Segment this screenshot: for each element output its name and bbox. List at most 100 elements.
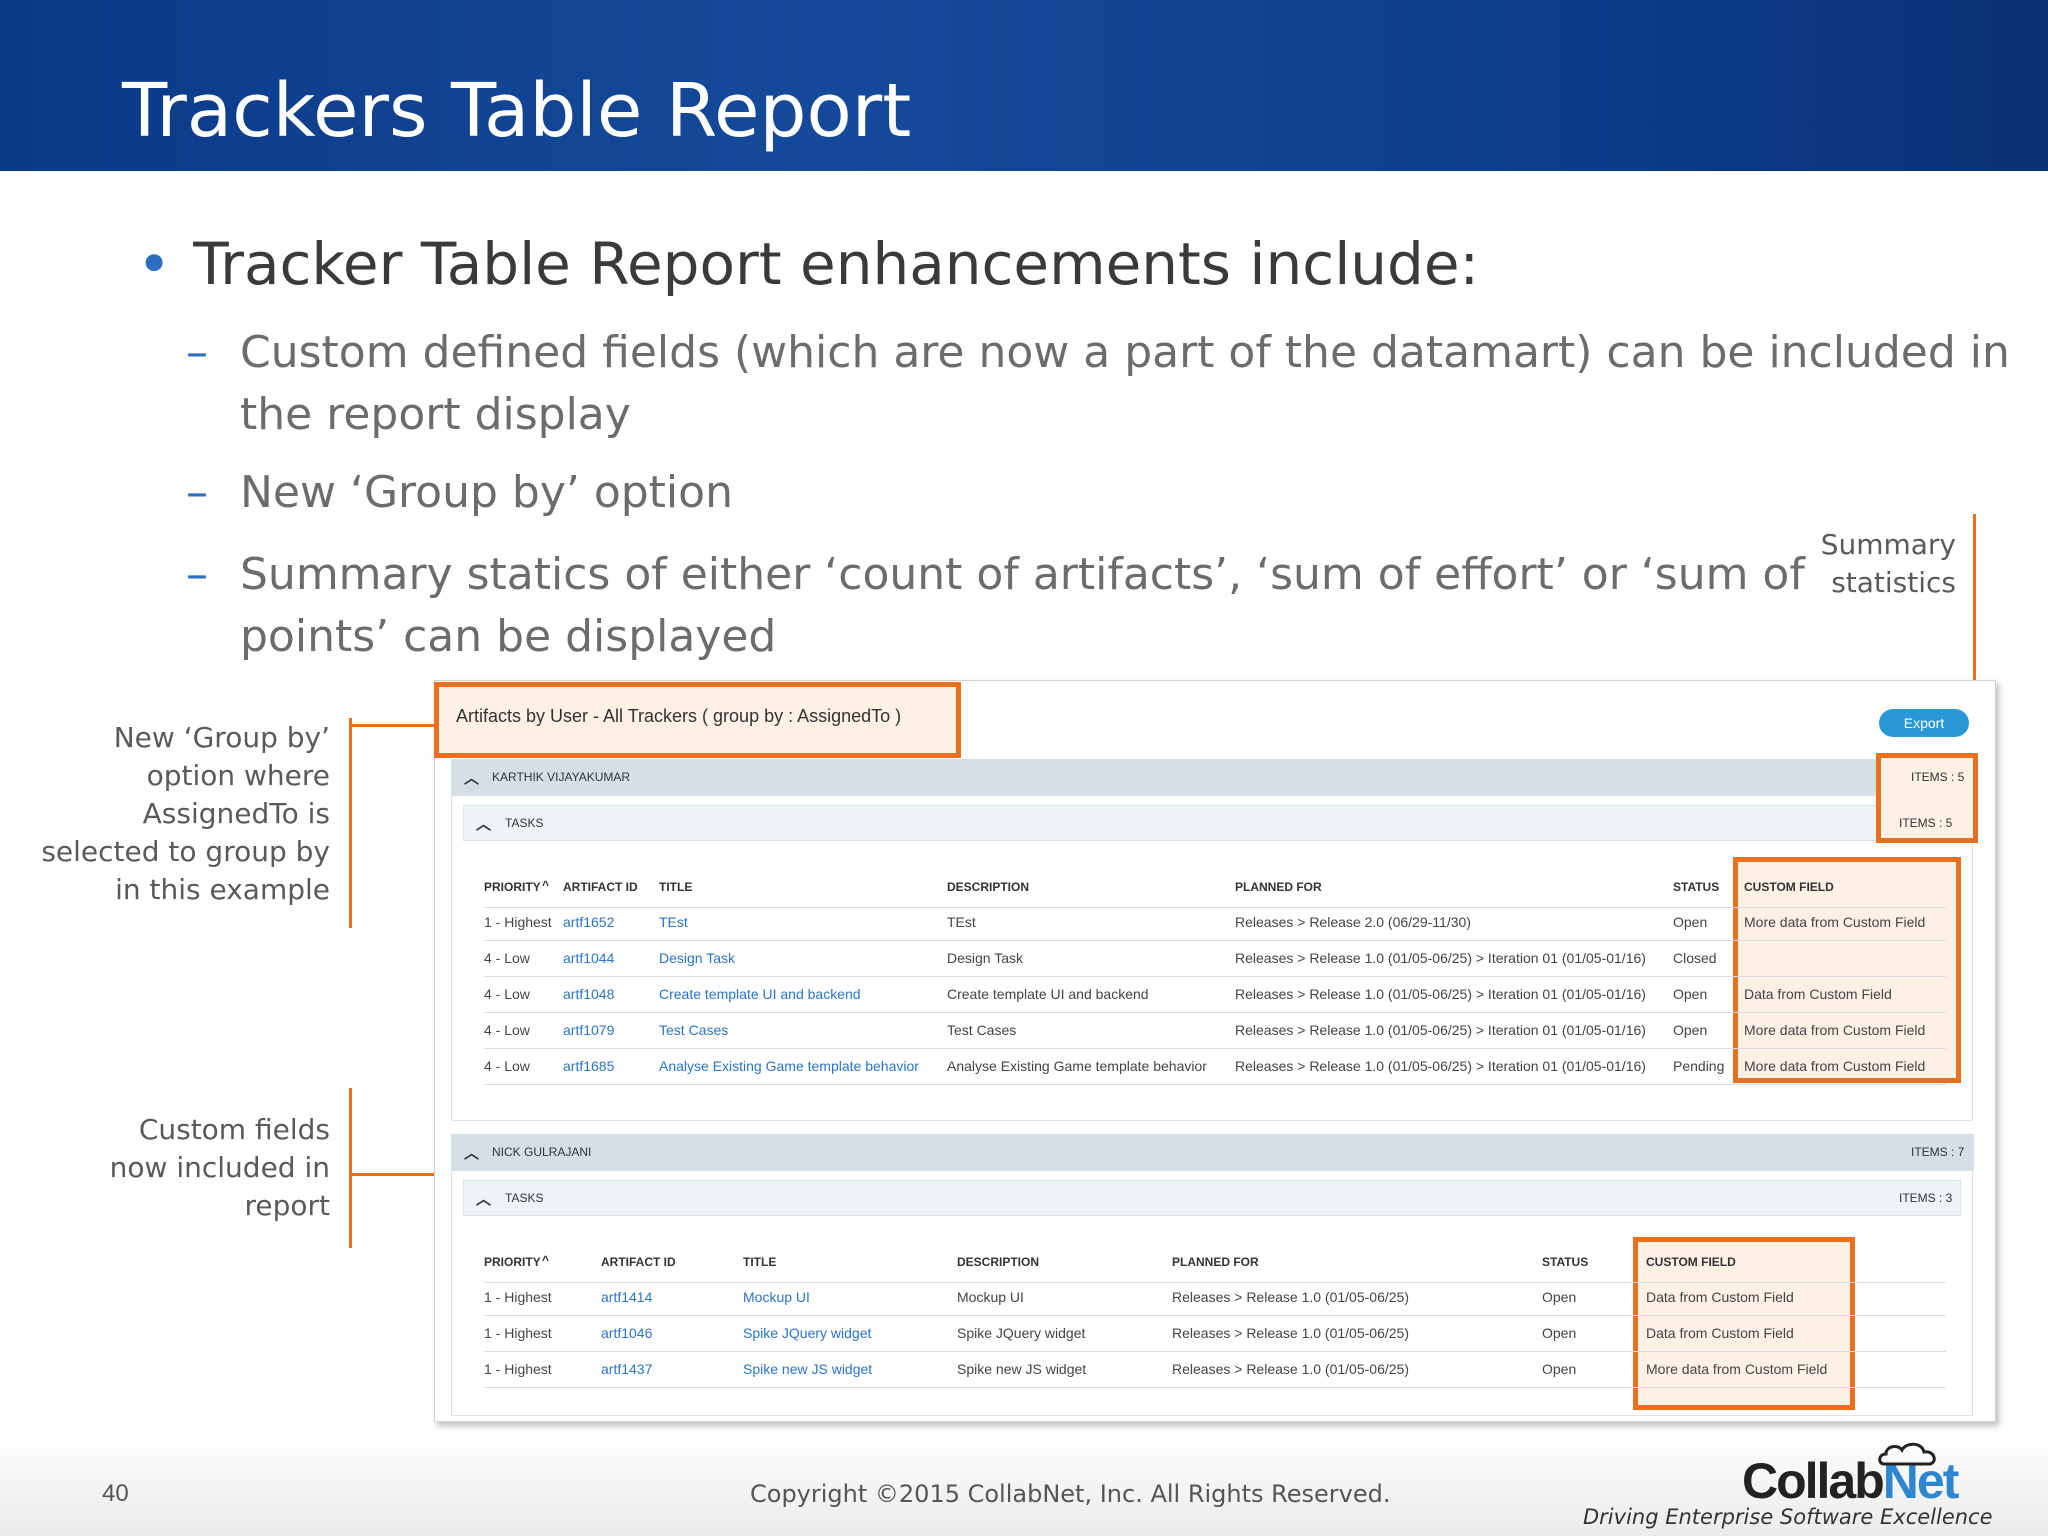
sub-bullet-2-text: New ‘Group by’ option xyxy=(240,467,733,518)
sub-bullet-dash: – xyxy=(186,327,208,378)
copyright-text: Copyright ©2015 CollabNet, Inc. All Righ… xyxy=(750,1480,1391,1508)
title-link[interactable]: Mockup UI xyxy=(743,1289,810,1305)
sub-bullet-3: – Summary statics of either ‘count of ar… xyxy=(186,544,1805,668)
sub-bullet-1-line2: the report display xyxy=(240,389,631,440)
planned-for-cell: Releases > Release 1.0 (01/05-06/25) > I… xyxy=(1235,1058,1646,1074)
column-header[interactable]: PLANNED FOR xyxy=(1172,1255,1259,1269)
column-header[interactable]: TITLE xyxy=(743,1255,776,1269)
group-name: KARTHIK VIJAYAKUMAR xyxy=(492,770,631,784)
main-bullet-text: Tracker Table Report enhancements includ… xyxy=(193,230,1480,298)
artifacts-table: PRIORITY ^ ARTIFACT ID TITLE DESCRIPTION PLAN… xyxy=(484,1250,1946,1390)
logo-text-collab: Collab xyxy=(1742,1453,1885,1509)
sub-bullet-1-line1: Custom defined fields (which are now a p… xyxy=(240,327,2010,378)
column-header[interactable]: CUSTOM FIELD xyxy=(1646,1255,1736,1269)
artifact-id-link[interactable]: artf1046 xyxy=(601,1325,652,1341)
tasks-label: TASKS xyxy=(505,816,544,830)
priority-cell: 1 - Highest xyxy=(484,914,552,930)
annotation-group-by: New ‘Group by’ option where AssignedTo i… xyxy=(41,721,330,906)
sort-ascending-icon[interactable]: ^ xyxy=(542,878,549,892)
artifact-id-link[interactable]: artf1048 xyxy=(563,986,614,1002)
title-link[interactable]: Spike JQuery widget xyxy=(743,1325,871,1341)
row-divider xyxy=(484,1351,1946,1352)
custom-field-cell: Data from Custom Field xyxy=(1646,1325,1794,1341)
sub-bullet-dash: – xyxy=(186,549,208,600)
sub-bullet-3-line1: Summary statics of either ‘count of arti… xyxy=(240,549,1805,600)
sort-ascending-icon[interactable]: ^ xyxy=(542,1253,549,1267)
custom-field-cell: More data from Custom Field xyxy=(1646,1361,1828,1377)
row-divider xyxy=(484,940,1946,941)
tasks-items-count-overlay: ITEMS : 5 xyxy=(1899,816,1953,830)
column-header[interactable]: PRIORITY xyxy=(484,1255,541,1269)
title-link[interactable]: Design Task xyxy=(659,950,735,966)
column-header[interactable]: STATUS xyxy=(1673,880,1719,894)
column-header[interactable]: PLANNED FOR xyxy=(1235,880,1322,894)
slide-header: Trackers Table Report xyxy=(0,0,2048,171)
status-cell: Open xyxy=(1673,914,1708,930)
collapse-caret-icon[interactable]: ︿ xyxy=(476,1188,491,1209)
description-cell: Create template UI and backend xyxy=(947,986,1149,1002)
title-link[interactable]: Test Cases xyxy=(659,1022,728,1038)
artifacts-table: PRIORITY ^ ARTIFACT ID TITLE DESCRIPTION PLAN… xyxy=(484,875,1946,1085)
artifact-id-link[interactable]: artf1079 xyxy=(563,1022,614,1038)
priority-cell: 1 - Highest xyxy=(484,1361,552,1377)
report-title: Artifacts by User - All Trackers ( group… xyxy=(456,706,902,726)
artifact-id-link[interactable]: artf1652 xyxy=(563,914,614,930)
status-cell: Pending xyxy=(1673,1058,1725,1074)
description-cell: Design Task xyxy=(947,950,1024,966)
status-cell: Open xyxy=(1542,1289,1577,1305)
main-bullet: • Tracker Table Report enhancements inclu… xyxy=(137,230,1479,298)
column-header[interactable]: ARTIFACT ID xyxy=(563,880,638,894)
tasks-label: TASKS xyxy=(505,1191,544,1205)
planned-for-cell: Releases > Release 1.0 (01/05-06/25) > I… xyxy=(1235,986,1646,1002)
description-cell: Spike JQuery widget xyxy=(957,1325,1086,1341)
description-cell: Mockup UI xyxy=(957,1289,1024,1305)
row-divider xyxy=(484,1315,1946,1316)
column-header[interactable]: DESCRIPTION xyxy=(957,1255,1039,1269)
column-header[interactable]: CUSTOM FIELD xyxy=(1744,880,1834,894)
annotation-summary-statistics: Summary statistics xyxy=(1820,528,1956,599)
page-number: 40 xyxy=(102,1480,129,1507)
planned-for-cell: Releases > Release 1.0 (01/05-06/25) xyxy=(1172,1289,1409,1305)
title-link[interactable]: Analyse Existing Game template behavior xyxy=(659,1058,919,1074)
custom-field-cell: More data from Custom Field xyxy=(1744,914,1926,930)
group-items-count: ITEMS : 7 xyxy=(1911,1145,1965,1159)
priority-cell: 4 - Low xyxy=(484,950,530,966)
tasks-header[interactable] xyxy=(463,805,1961,841)
priority-cell: 4 - Low xyxy=(484,1022,530,1038)
group-by-bracket-line xyxy=(349,718,352,928)
collapse-caret-icon[interactable]: ︿ xyxy=(464,1142,479,1163)
group-items-count-overlay: ITEMS : 5 xyxy=(1911,770,1965,784)
column-header[interactable]: DESCRIPTION xyxy=(947,880,1029,894)
collapse-caret-icon[interactable]: ︿ xyxy=(476,813,491,834)
group-header-nick[interactable] xyxy=(451,1134,1974,1170)
cloud-icon xyxy=(1878,1442,1936,1466)
table-row[interactable] xyxy=(484,906,1946,942)
sub-bullet-1: – Custom defined fields (which are now a… xyxy=(186,322,2010,446)
annotation-custom-fields: Custom fields now included in report xyxy=(109,1113,330,1222)
artifact-id-link[interactable]: artf1044 xyxy=(563,950,614,966)
group-name: NICK GULRAJANI xyxy=(492,1145,592,1159)
artifact-id-link[interactable]: artf1437 xyxy=(601,1361,652,1377)
row-divider xyxy=(484,1012,1946,1013)
column-header[interactable]: STATUS xyxy=(1542,1255,1588,1269)
column-header[interactable]: PRIORITY xyxy=(484,880,541,894)
custom-fields-bracket-line xyxy=(349,1088,352,1248)
column-header[interactable]: ARTIFACT ID xyxy=(601,1255,676,1269)
tasks-header[interactable] xyxy=(463,1180,1961,1216)
column-header[interactable]: TITLE xyxy=(659,880,692,894)
group-header-karthik[interactable] xyxy=(451,759,1974,795)
artifact-id-link[interactable]: artf1414 xyxy=(601,1289,652,1305)
title-link[interactable]: Create template UI and backend xyxy=(659,986,861,1002)
title-link[interactable]: Spike new JS widget xyxy=(743,1361,872,1377)
slide-title: Trackers Table Report xyxy=(122,68,912,154)
artifact-id-link[interactable]: artf1685 xyxy=(563,1058,614,1074)
custom-field-cell: More data from Custom Field xyxy=(1744,1022,1926,1038)
planned-for-cell: Releases > Release 2.0 (06/29-11/30) xyxy=(1235,914,1471,930)
planned-for-cell: Releases > Release 1.0 (01/05-06/25) > I… xyxy=(1235,950,1646,966)
export-button[interactable]: Export xyxy=(1879,709,1969,737)
priority-cell: 4 - Low xyxy=(484,1058,530,1074)
title-link[interactable]: TEst xyxy=(659,914,688,930)
bullet-dot: • xyxy=(137,230,172,298)
priority-cell: 1 - Highest xyxy=(484,1289,552,1305)
collapse-caret-icon[interactable]: ︿ xyxy=(464,767,479,788)
